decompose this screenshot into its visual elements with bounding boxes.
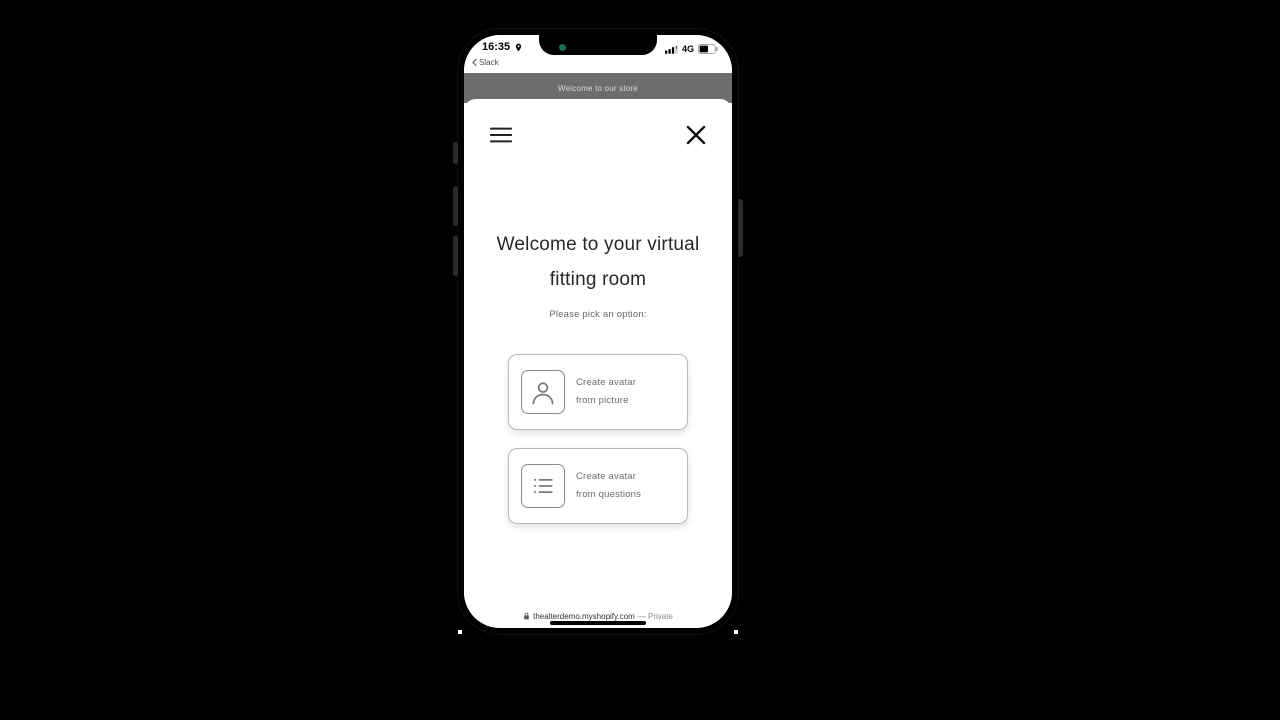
option-create-from-questions[interactable]: Create avatar from questions: [508, 448, 688, 524]
option-list: Create avatar from picture: [508, 354, 688, 524]
volume-down-button: [453, 236, 458, 276]
title-line-1: Welcome to your virtual: [497, 234, 700, 255]
option-label: Create avatar from picture: [576, 374, 636, 410]
option-label-line-1: Create avatar: [576, 377, 636, 388]
lock-icon: [523, 612, 530, 620]
back-app-row: Slack: [464, 63, 732, 73]
option-label-line-2: from questions: [576, 489, 641, 500]
hamburger-icon: [490, 126, 512, 144]
screen: 16:35 ! 4G: [464, 35, 732, 628]
store-banner-text: Welcome to our store: [558, 84, 638, 93]
sheet-header: [464, 99, 732, 145]
phone-frame: 16:35 ! 4G: [458, 29, 738, 634]
speck: [734, 630, 738, 634]
location-icon: [514, 43, 523, 52]
sheet-body: Welcome to your virtual fitting room Ple…: [464, 145, 732, 604]
home-indicator[interactable]: [550, 621, 646, 625]
network-label: 4G: [682, 44, 694, 54]
status-time: 16:35: [482, 41, 510, 53]
chevron-left-icon: [472, 59, 478, 66]
sheet-title: Welcome to your virtual fitting room: [497, 227, 700, 297]
notch: [539, 35, 657, 55]
speck: [458, 630, 462, 634]
option-create-from-picture[interactable]: Create avatar from picture: [508, 354, 688, 430]
modal-sheet: Welcome to your virtual fitting room Ple…: [464, 99, 732, 628]
close-button[interactable]: [686, 125, 706, 145]
browser-domain: thealterdemo.myshopify.com: [533, 612, 635, 621]
title-line-2: fitting room: [550, 269, 646, 290]
menu-button[interactable]: [490, 126, 512, 144]
camera-indicator-icon: [559, 44, 566, 51]
battery-icon: [698, 44, 718, 54]
option-label-line-2: from picture: [576, 395, 629, 406]
status-left: 16:35: [482, 41, 523, 53]
status-bar: 16:35 ! 4G: [464, 35, 732, 63]
sheet-subtitle: Please pick an option:: [549, 309, 646, 320]
power-button: [738, 199, 743, 257]
mute-switch: [453, 142, 458, 164]
option-label-line-1: Create avatar: [576, 471, 636, 482]
back-to-app[interactable]: Slack: [472, 58, 499, 67]
status-right: ! 4G: [665, 44, 718, 54]
close-icon: [686, 125, 706, 145]
volume-up-button: [453, 186, 458, 226]
option-label: Create avatar from questions: [576, 468, 641, 504]
signal-icon: !: [665, 45, 678, 54]
browser-address-bar[interactable]: thealterdemo.myshopify.com — Private: [464, 604, 732, 628]
avatar-picture-icon: [521, 370, 565, 414]
back-to-app-label: Slack: [479, 58, 499, 67]
browser-private-label: — Private: [638, 612, 673, 621]
questions-list-icon: [521, 464, 565, 508]
